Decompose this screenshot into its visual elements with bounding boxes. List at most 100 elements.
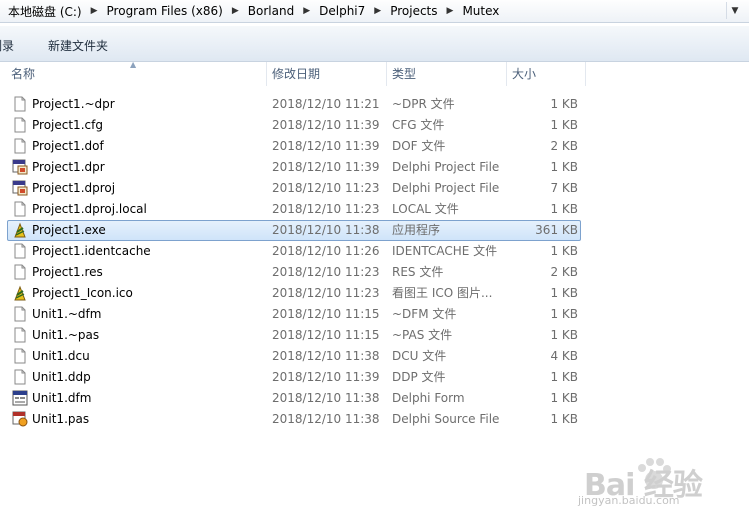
file-size: 1 KB [550,370,578,384]
column-divider[interactable] [386,62,387,86]
file-name: Unit1.dcu [32,349,90,363]
new-folder-button[interactable]: 新建文件夹 [48,37,108,54]
file-size: 1 KB [550,244,578,258]
file-date: 2018/12/10 11:23 [272,181,380,195]
sort-ascending-icon: ▲ [130,60,137,69]
breadcrumb-separator-icon[interactable]: ▶ [440,6,461,16]
file-date: 2018/12/10 11:38 [272,412,380,426]
file-name: Unit1.dfm [32,391,92,405]
file-date: 2018/12/10 11:38 [272,223,380,237]
file-name: Unit1.pas [32,412,90,426]
file-name: Project1.res [32,265,103,279]
file-row[interactable]: Project1.~dpr 2018/12/10 11:21 ~DPR 文件 1 KB [0,94,749,115]
file-type: DCU 文件 [392,349,447,363]
file-name: Project1.dof [32,139,104,153]
file-row[interactable]: Unit1.dcu 2018/12/10 11:38 DCU 文件 4 KB [0,346,749,367]
file-type: DDP 文件 [392,370,446,384]
generic-file-icon [12,243,28,259]
file-row[interactable]: Project1.dproj.local 2018/12/10 11:23 LOCA… [0,199,749,220]
file-size: 1 KB [550,118,578,132]
breadcrumb-separator-icon[interactable]: ▶ [296,6,317,16]
file-name: Unit1.~pas [32,328,100,342]
breadcrumb-item[interactable]: Delphi7 [317,4,367,18]
breadcrumb-item[interactable]: Mutex [460,4,501,18]
file-date: 2018/12/10 11:39 [272,370,380,384]
generic-file-icon [12,138,28,154]
burn-button[interactable]: 刻录 [0,37,14,54]
file-row[interactable]: Project1.cfg 2018/12/10 11:39 CFG 文件 1 KB [0,115,749,136]
file-row[interactable]: Unit1.ddp 2018/12/10 11:39 DDP 文件 1 KB [0,367,749,388]
file-name: Project1.identcache [32,244,151,258]
file-name: Project1.cfg [32,118,103,132]
delphi-project-icon [12,180,28,196]
file-row[interactable]: Project1.dof 2018/12/10 11:39 DOF 文件 2 KB [0,136,749,157]
column-type[interactable]: 类型 [392,62,416,86]
generic-file-icon [12,96,28,112]
command-toolbar: 刻录 新建文件夹 [0,26,749,62]
file-row[interactable]: Project1.exe 2018/12/10 11:38 应用程序 361 KB [0,220,749,241]
generic-file-icon [12,306,28,322]
file-size: 2 KB [550,139,578,153]
file-type: RES 文件 [392,265,444,279]
column-divider[interactable] [266,62,267,86]
file-size: 361 KB [535,223,578,237]
generic-file-icon [12,369,28,385]
breadcrumb-item[interactable]: Borland [246,4,296,18]
file-name: Unit1.ddp [32,370,91,384]
column-divider[interactable] [506,62,507,86]
file-row[interactable]: Project1.res 2018/12/10 11:23 RES 文件 2 KB [0,262,749,283]
file-row[interactable]: Project1.dproj 2018/12/10 11:23 Delphi Pro… [0,178,749,199]
breadcrumb: 本地磁盘 (C:) ▶ Program Files (x86) ▶ Borland ▶ De… [6,3,501,19]
file-date: 2018/12/10 11:26 [272,244,380,258]
breadcrumb-item[interactable]: Projects [388,4,439,18]
file-row[interactable]: Unit1.pas 2018/12/10 11:38 Delphi Source F… [0,409,749,430]
breadcrumb-separator-icon[interactable]: ▶ [367,6,388,16]
file-row[interactable]: Project1_Icon.ico 2018/12/10 11:23 看图王 ICO… [0,283,749,304]
generic-file-icon [12,201,28,217]
file-type: 应用程序 [392,223,441,237]
file-date: 2018/12/10 11:15 [272,328,380,342]
file-row[interactable]: Project1.identcache 2018/12/10 11:26 IDENT… [0,241,749,262]
generic-file-icon [12,264,28,280]
file-type: DOF 文件 [392,139,446,153]
file-type: ~DPR 文件 [392,97,455,111]
file-name: Project1.dproj.local [32,202,147,216]
breadcrumb-item[interactable]: 本地磁盘 (C:) [6,3,84,20]
file-row[interactable]: Unit1.~pas 2018/12/10 11:15 ~PAS 文件 1 KB [0,325,749,346]
file-date: 2018/12/10 11:39 [272,118,380,132]
file-type: Delphi Project File [392,181,500,195]
delphi-source-icon [12,411,28,427]
file-name: Unit1.~dfm [32,307,102,321]
address-history-dropdown[interactable]: ▼ [726,2,743,19]
file-name: Project1_Icon.ico [32,286,133,300]
column-date[interactable]: 修改日期 [272,62,320,86]
file-date: 2018/12/10 11:38 [272,349,380,363]
address-bar[interactable]: 本地磁盘 (C:) ▶ Program Files (x86) ▶ Borland ▶ De… [0,0,749,23]
file-date: 2018/12/10 11:39 [272,160,380,174]
generic-file-icon [12,348,28,364]
file-row[interactable]: Unit1.~dfm 2018/12/10 11:15 ~DFM 文件 1 KB [0,304,749,325]
column-name[interactable]: 名称 [11,62,35,86]
file-row[interactable]: Project1.dpr 2018/12/10 11:39 Delphi Proje… [0,157,749,178]
file-size: 1 KB [550,160,578,174]
file-name: Project1.~dpr [32,97,115,111]
column-divider[interactable] [585,62,586,86]
file-type: ~DFM 文件 [392,307,457,321]
delphi-project-icon [12,159,28,175]
file-type: Delphi Project File [392,160,500,174]
breadcrumb-item[interactable]: Program Files (x86) [105,4,225,18]
file-type: Delphi Form [392,391,465,405]
file-row[interactable]: Unit1.dfm 2018/12/10 11:38 Delphi Form 1 KB [0,388,749,409]
file-type: ~PAS 文件 [392,328,453,342]
file-date: 2018/12/10 11:15 [272,307,380,321]
file-name: Project1.dproj [32,181,116,195]
breadcrumb-separator-icon[interactable]: ▶ [84,6,105,16]
file-size: 1 KB [550,307,578,321]
file-size: 7 KB [550,181,578,195]
breadcrumb-separator-icon[interactable]: ▶ [225,6,246,16]
file-type: CFG 文件 [392,118,445,132]
file-name: Project1.dpr [32,160,105,174]
column-size[interactable]: 大小 [512,62,536,86]
watermark-url: jingyan.baidu.com [578,494,680,507]
file-type: IDENTCACHE 文件 [392,244,498,258]
